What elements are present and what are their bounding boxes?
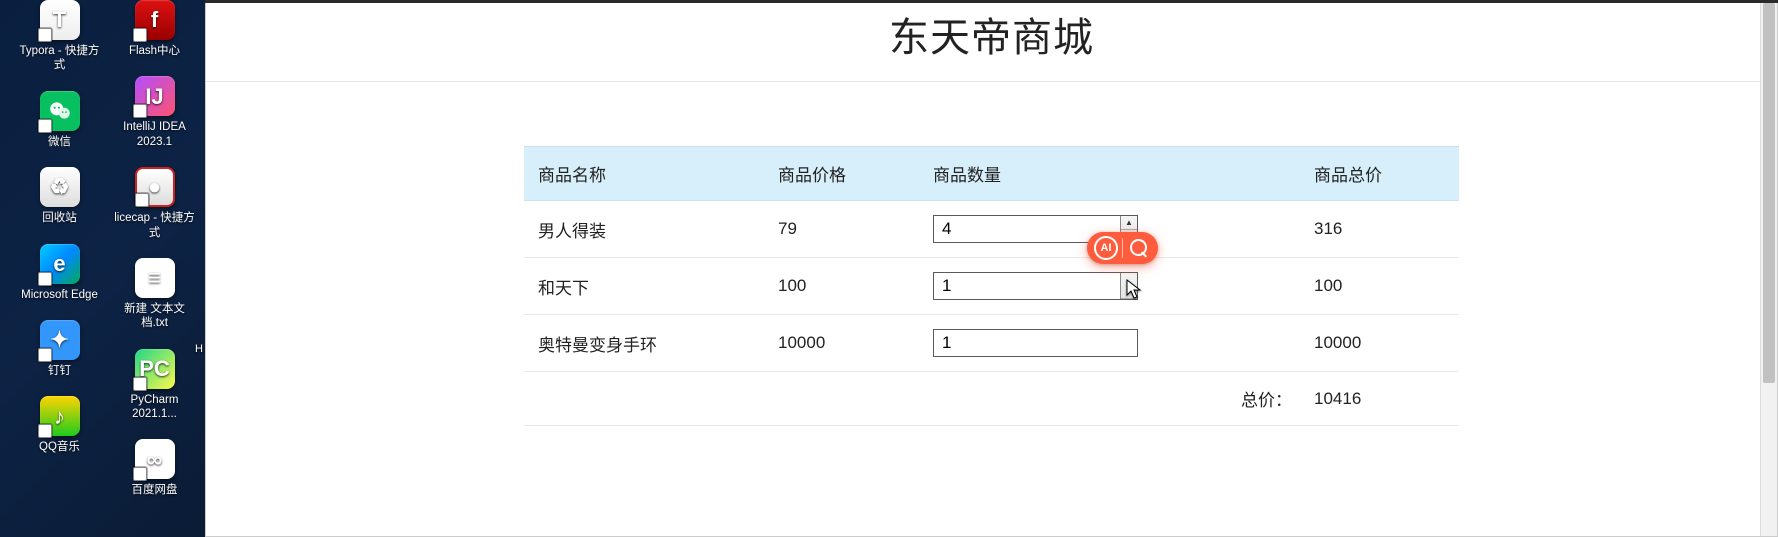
col-header-name: 商品名称 xyxy=(524,147,764,201)
total-row: 总价： 10416 xyxy=(524,372,1459,426)
quantity-input[interactable] xyxy=(933,272,1138,300)
quantity-wrapper: ▼ xyxy=(933,272,1138,300)
wechat-icon xyxy=(40,91,80,131)
cart-panel: 商品名称 商品价格 商品数量 商品总价 男人得装 79 xyxy=(524,146,1459,426)
quantity-input[interactable] xyxy=(933,329,1138,357)
flash-icon: f xyxy=(135,0,175,40)
typora-icon: T xyxy=(40,0,80,40)
recycle-bin-icon: ♻ xyxy=(40,167,80,207)
desktop-icon-typora[interactable]: T Typora - 快捷方式 xyxy=(19,0,101,73)
intellij-icon: IJ xyxy=(135,76,175,116)
desktop-icon-label: Microsoft Edge xyxy=(21,288,98,302)
cell-price: 100 xyxy=(764,258,919,315)
desktop-icon-intellij[interactable]: IJ IntelliJ IDEA 2023.1 xyxy=(114,76,196,149)
text-file-icon: ≡ xyxy=(135,258,175,298)
ai-search-pill[interactable]: AI xyxy=(1087,232,1158,264)
ai-badge-icon: AI xyxy=(1094,236,1118,260)
licecap-icon: ● xyxy=(135,167,175,207)
desktop-icon-wechat[interactable]: 微信 xyxy=(19,91,101,149)
cart-table: 商品名称 商品价格 商品数量 商品总价 男人得装 79 xyxy=(524,146,1459,426)
table-header-row: 商品名称 商品价格 商品数量 商品总价 xyxy=(524,147,1459,201)
desktop-icon-label: Flash中心 xyxy=(129,44,180,58)
cell-price: 10000 xyxy=(764,315,919,372)
cell-qty: ▼ xyxy=(919,258,1314,315)
stray-text: H xyxy=(195,343,203,355)
desktop-icon-dingtalk[interactable]: ✦ 钉钉 xyxy=(19,320,101,378)
cell-qty xyxy=(919,315,1314,372)
browser-window: 东天帝商城 商品名称 商品价格 商品数量 商品总价 男人得装 79 xyxy=(205,0,1778,537)
cell-total: 10000 xyxy=(1314,315,1459,372)
page-title: 东天帝商城 xyxy=(206,3,1777,82)
cell-total: 316 xyxy=(1314,201,1459,258)
table-row: 和天下 100 ▼ 100 xyxy=(524,258,1459,315)
desktop-icon-label: 新建 文本文档.txt xyxy=(114,302,196,331)
cell-name: 和天下 xyxy=(524,258,764,315)
table-row: 奥特曼变身手环 10000 10000 xyxy=(524,315,1459,372)
desktop-icon-flash[interactable]: f Flash中心 xyxy=(114,0,196,58)
spinner-up-icon[interactable]: ▲ xyxy=(1121,216,1137,230)
cell-total: 100 xyxy=(1314,258,1459,315)
desktop-column-2: f Flash中心 IJ IntelliJ IDEA 2023.1 ● lice… xyxy=(107,0,202,537)
desktop-icon-qqmusic[interactable]: ♪ QQ音乐 xyxy=(19,396,101,454)
desktop-icon-label: licecap - 快捷方式 xyxy=(114,211,196,240)
edge-icon: e xyxy=(40,244,80,284)
scrollbar-thumb[interactable] xyxy=(1763,3,1775,383)
desktop-icon-text-file[interactable]: ≡ 新建 文本文档.txt xyxy=(114,258,196,331)
pycharm-icon: PC xyxy=(135,349,175,389)
baidupan-icon: ∞ xyxy=(135,439,175,479)
quantity-wrapper xyxy=(933,329,1138,357)
desktop-icon-label: IntelliJ IDEA 2023.1 xyxy=(114,120,196,149)
desktop-icon-edge[interactable]: e Microsoft Edge xyxy=(19,244,101,302)
spinner-dropdown-icon[interactable]: ▼ xyxy=(1121,273,1137,299)
pill-divider xyxy=(1122,238,1123,258)
col-header-price: 商品价格 xyxy=(764,147,919,201)
cell-price: 79 xyxy=(764,201,919,258)
desktop-icon-label: 回收站 xyxy=(42,211,77,225)
desktop-icon-label: PyCharm 2021.1... xyxy=(114,393,196,422)
desktop-icon-label: 微信 xyxy=(48,135,71,149)
desktop-icon-label: QQ音乐 xyxy=(39,440,80,454)
desktop-icon-licecap[interactable]: ● licecap - 快捷方式 xyxy=(114,167,196,240)
desktop-icon-recycle-bin[interactable]: ♻ 回收站 xyxy=(19,167,101,225)
desktop-icon-pycharm[interactable]: PC PyCharm 2021.1... xyxy=(114,349,196,422)
table-row: 男人得装 79 ▲ ▼ 316 xyxy=(524,201,1459,258)
dingtalk-icon: ✦ xyxy=(40,320,80,360)
total-value: 10416 xyxy=(1314,372,1459,426)
spinner-buttons: ▼ xyxy=(1120,273,1137,299)
total-label: 总价： xyxy=(919,372,1314,426)
desktop-icon-label: Typora - 快捷方式 xyxy=(19,44,101,73)
search-icon xyxy=(1127,236,1151,260)
cell-name: 奥特曼变身手环 xyxy=(524,315,764,372)
col-header-total: 商品总价 xyxy=(1314,147,1459,201)
col-header-qty: 商品数量 xyxy=(919,147,1314,201)
vertical-scrollbar[interactable] xyxy=(1760,3,1777,536)
qqmusic-icon: ♪ xyxy=(40,396,80,436)
total-spacer xyxy=(524,372,919,426)
cell-name: 男人得装 xyxy=(524,201,764,258)
desktop-column-1: T Typora - 快捷方式 微信 ♻ 回收站 e Microsoft Edg… xyxy=(12,0,107,537)
desktop-icon-label: 百度网盘 xyxy=(132,483,178,497)
desktop-icon-baidupan[interactable]: ∞ 百度网盘 xyxy=(114,439,196,497)
desktop-icon-label: 钉钉 xyxy=(48,364,71,378)
page-content: 东天帝商城 商品名称 商品价格 商品数量 商品总价 男人得装 79 xyxy=(205,3,1778,537)
desktop-area: T Typora - 快捷方式 微信 ♻ 回收站 e Microsoft Edg… xyxy=(0,0,205,537)
